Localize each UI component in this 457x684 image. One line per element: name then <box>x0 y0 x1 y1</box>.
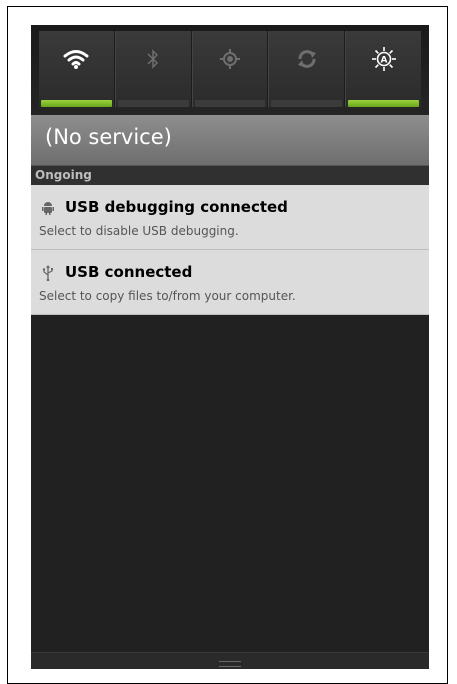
sync-status-bar <box>271 100 343 107</box>
notification-subtitle: Select to copy files to/from your comput… <box>39 289 296 303</box>
usb-icon <box>41 265 55 281</box>
brightness-toggle[interactable]: A <box>345 31 421 107</box>
notification-subtitle: Select to disable USB debugging. <box>39 224 239 238</box>
usb-debugging-notification[interactable]: USB debugging connected Select to disabl… <box>31 185 429 250</box>
sync-icon <box>293 45 321 73</box>
usb-connected-notification[interactable]: USB connected Select to copy files to/fr… <box>31 250 429 315</box>
svg-text:A: A <box>380 56 387 66</box>
notification-shade: A (No service) Ongoing USB debugging con… <box>31 25 429 669</box>
gps-toggle[interactable] <box>191 31 269 107</box>
carrier-label: (No service) <box>45 125 172 149</box>
notification-title: USB debugging connected <box>65 198 288 216</box>
wifi-icon <box>62 45 90 73</box>
carrier-label-bar: (No service) <box>31 115 429 165</box>
shade-bottom-bar[interactable] <box>31 652 429 669</box>
notification-title: USB connected <box>65 263 193 281</box>
brightness-icon: A <box>370 45 398 73</box>
bluetooth-status-bar <box>117 100 189 107</box>
gps-status-bar <box>194 100 266 107</box>
wifi-toggle[interactable] <box>39 31 115 107</box>
section-label: Ongoing <box>35 168 92 182</box>
bluetooth-icon <box>139 45 167 73</box>
bluetooth-toggle[interactable] <box>114 31 192 107</box>
gps-icon <box>216 45 244 73</box>
android-icon <box>41 201 55 215</box>
sync-toggle[interactable] <box>268 31 346 107</box>
drag-handle[interactable] <box>219 661 241 667</box>
brightness-status-bar <box>348 100 419 107</box>
ongoing-section-header: Ongoing <box>31 165 429 186</box>
wifi-status-bar <box>41 100 112 107</box>
quick-settings-panel: A <box>31 25 429 115</box>
